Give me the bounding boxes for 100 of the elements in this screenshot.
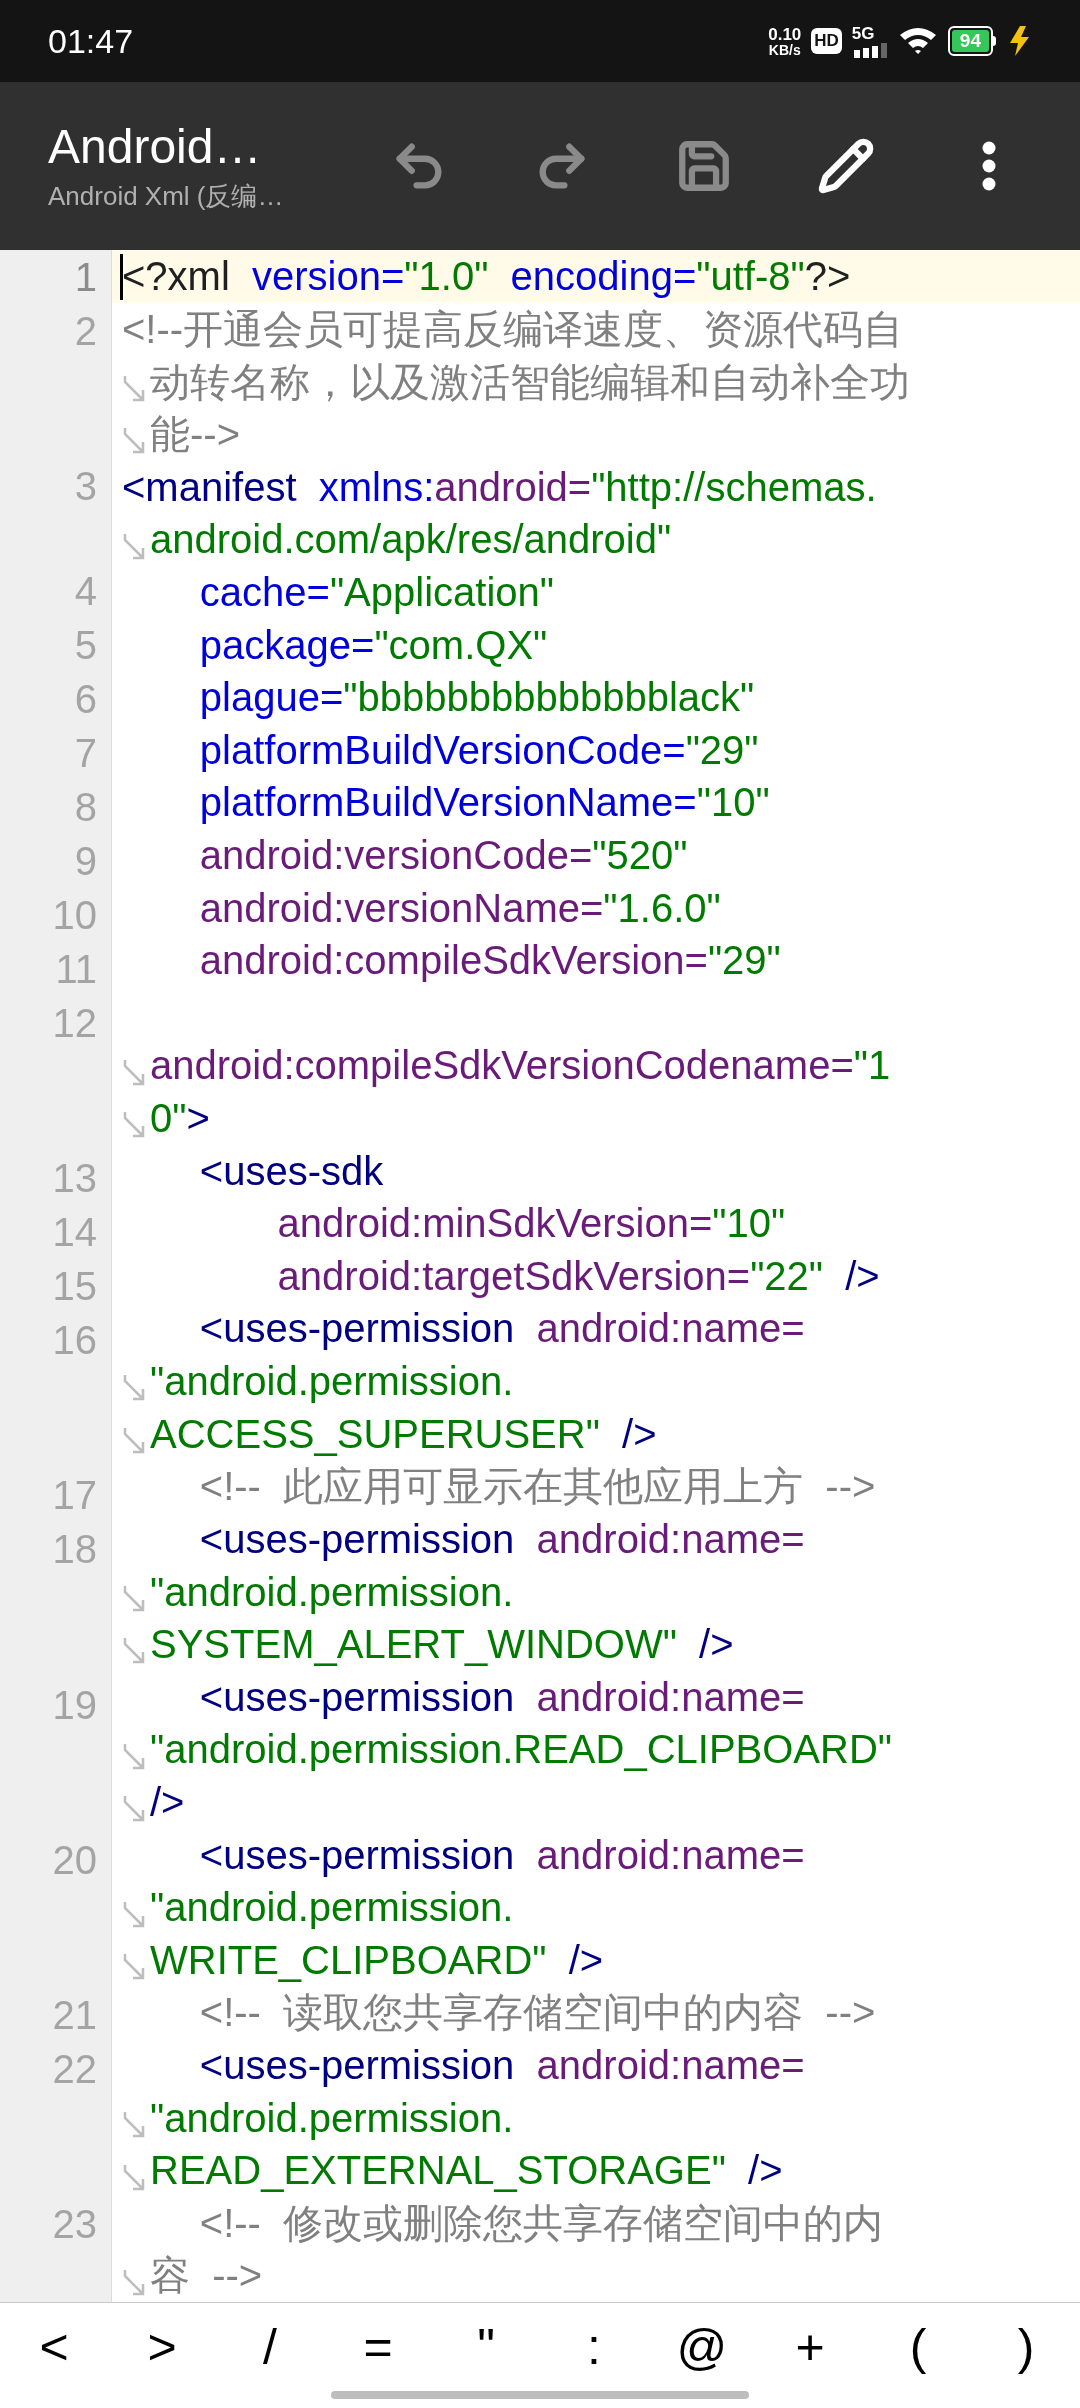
line-number: 15 xyxy=(52,1263,97,1311)
code-token: /> xyxy=(747,2150,783,2191)
code-token: "bbbbbbbbbbbbbblack" xyxy=(343,677,755,718)
code-token: /> xyxy=(698,1624,734,1665)
line-number: 12 xyxy=(52,999,97,1047)
line-number: 11 xyxy=(55,945,97,993)
code-token: android:name= xyxy=(535,1518,805,1559)
symbol-key[interactable]: > xyxy=(122,2309,202,2385)
code-token: platformBuildVersionCode= xyxy=(198,729,686,770)
code-token: android:targetSdkVersion= xyxy=(276,1255,751,1296)
code-token: android:compileSdkVersionCodename= xyxy=(150,1045,854,1086)
code-token: READ_EXTERNAL_STORAGE" xyxy=(150,2150,726,2191)
symbol-key[interactable]: : xyxy=(554,2309,634,2385)
line-number: 10 xyxy=(52,891,97,939)
code-token: android:name= xyxy=(535,1676,805,1717)
code-token: <uses-permission xyxy=(198,1518,515,1559)
status-time: 01:47 xyxy=(48,20,134,62)
code-token: ?> xyxy=(804,256,851,297)
code-token: platformBuildVersionName= xyxy=(198,782,697,823)
code-token: "1.0" xyxy=(404,256,489,297)
line-number: 18 xyxy=(52,1526,97,1574)
code-token: <!-- 此应用可显示在其他应用上方 --> xyxy=(198,1466,876,1507)
code-token: plague= xyxy=(198,677,344,718)
code-token: "10" xyxy=(712,1203,786,1244)
code-token: encoding= xyxy=(509,256,697,297)
line-number: 3 xyxy=(74,463,97,511)
file-title: Android… xyxy=(48,118,263,175)
code-token: "android.permission. xyxy=(150,1361,514,1402)
code-token: <uses-sdk xyxy=(198,1150,384,1191)
code-token: <!-- 读取您共享存储空间中的内容 --> xyxy=(198,1992,876,2033)
code-token: android:versionName= xyxy=(198,887,604,928)
code-token: android:name= xyxy=(535,1308,805,1349)
text-cursor xyxy=(120,254,123,300)
code-token: "utf-8" xyxy=(696,256,805,297)
code-token: "1.6.0" xyxy=(603,887,721,928)
code-token: <uses-permission xyxy=(198,2045,515,2085)
code-token: <uses-permission xyxy=(198,1834,515,1875)
code-token: WRITE_CLIPBOARD" xyxy=(150,1939,547,1980)
code-token: ACCESS_SUPERUSER" xyxy=(150,1413,600,1454)
code-token: xmlns: xyxy=(317,466,435,507)
code-token: "1 xyxy=(853,1045,891,1086)
line-number: 20 xyxy=(52,1836,97,1884)
line-number: 6 xyxy=(74,675,97,723)
code-token: <manifest xyxy=(122,466,297,507)
code-token: "android.permission.READ_CLIPBOARD" xyxy=(150,1729,892,1770)
code-token: package= xyxy=(198,624,375,665)
line-number: 7 xyxy=(74,729,97,777)
symbol-key[interactable]: " xyxy=(446,2309,526,2385)
code-token: /> xyxy=(844,1255,880,1296)
line-number: 17 xyxy=(52,1472,97,1520)
file-subtitle: Android Xml (反编… xyxy=(48,179,285,213)
code-token: android= xyxy=(434,466,592,507)
code-token: android:versionCode= xyxy=(198,835,593,875)
code-token: "Application" xyxy=(329,571,554,612)
code-token: "10" xyxy=(696,782,770,823)
symbol-key[interactable]: + xyxy=(770,2309,850,2385)
line-number: 22 xyxy=(52,2046,97,2094)
code-token: version= xyxy=(251,256,405,297)
line-number: 8 xyxy=(74,783,97,831)
line-number: 23 xyxy=(52,2201,97,2249)
symbol-key[interactable]: ) xyxy=(986,2309,1066,2385)
code-token: "android.permission. xyxy=(150,1887,514,1928)
symbol-key[interactable]: / xyxy=(230,2309,310,2385)
code-token: android:name= xyxy=(535,2045,805,2085)
code-token: android.com/apk/res/android" xyxy=(150,519,672,560)
code-token: android:compileSdkVersion= xyxy=(198,940,708,981)
battery-indicator: 94 xyxy=(947,26,996,56)
symbol-key[interactable]: ( xyxy=(878,2309,958,2385)
line-number: 16 xyxy=(52,1317,97,1365)
code-token: "android.permission. xyxy=(150,2097,514,2138)
more-icon xyxy=(981,141,996,191)
line-number: 21 xyxy=(52,1992,97,2040)
code-token: <uses-permission xyxy=(198,1676,515,1717)
line-number: 9 xyxy=(74,837,97,885)
hd-badge: HD xyxy=(811,28,842,54)
code-token: "com.QX" xyxy=(374,624,548,665)
line-number: 5 xyxy=(74,621,97,669)
code-token: <?xml xyxy=(122,256,230,297)
symbol-key[interactable]: < xyxy=(14,2309,94,2385)
code-token: /> xyxy=(567,1939,604,1980)
symbol-key[interactable]: = xyxy=(338,2309,418,2385)
code-token: android:minSdkVersion= xyxy=(276,1203,713,1244)
code-token: <!--开通会员可提高反编译速度、资源代码自 xyxy=(122,308,904,349)
symbol-key[interactable]: @ xyxy=(662,2309,742,2385)
code-token: /> xyxy=(150,1781,185,1822)
code-token: <uses-permission xyxy=(198,1308,515,1349)
line-number: 4 xyxy=(74,567,97,615)
code-token: 动转名称，以及激活智能编辑和自动补全功 xyxy=(150,361,910,402)
code-token: "29" xyxy=(707,940,781,981)
code-token: "29" xyxy=(685,729,759,770)
code-token: > xyxy=(186,1098,210,1139)
code-token: "22" xyxy=(750,1255,823,1296)
line-number: 13 xyxy=(52,1155,97,1203)
pencil-icon xyxy=(817,137,876,195)
code-token: cache= xyxy=(198,571,330,612)
code-token: android:name= xyxy=(535,1834,805,1875)
code-token: SYSTEM_ALERT_WINDOW" xyxy=(150,1624,677,1665)
code-token: 0" xyxy=(150,1098,187,1139)
line-number: 1 xyxy=(74,254,97,301)
code-token: /> xyxy=(621,1413,657,1454)
